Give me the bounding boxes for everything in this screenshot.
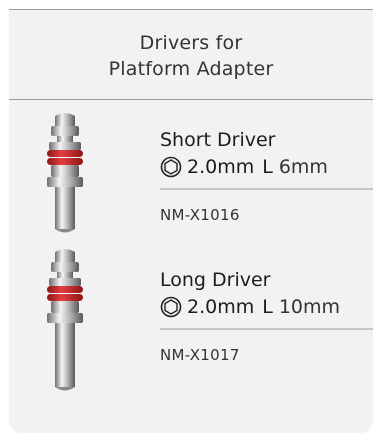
product-size: 2.0mm bbox=[187, 156, 255, 178]
hexagon-socket-icon bbox=[160, 156, 182, 178]
card-header: Drivers for Platform Adapter bbox=[9, 10, 373, 100]
product-length-label: L bbox=[262, 296, 273, 318]
product-length: 10mm bbox=[278, 296, 341, 318]
short-driver-image bbox=[47, 113, 83, 233]
hexagon-socket-icon bbox=[160, 296, 182, 318]
product-info: Short Driver 2.0mm L 6mm NM-X1016 bbox=[160, 128, 373, 224]
product-size: 2.0mm bbox=[187, 296, 255, 318]
product-length-label: L bbox=[262, 156, 273, 178]
product-card: Drivers for Platform Adapter Short Drive… bbox=[9, 9, 373, 433]
product-spec: 2.0mm L 10mm bbox=[160, 292, 370, 322]
product-short-driver[interactable]: Short Driver 2.0mm L 6mm NM-X1016 bbox=[9, 110, 373, 250]
header-title-line2: Platform Adapter bbox=[108, 57, 274, 80]
product-name: Short Driver bbox=[160, 129, 276, 151]
product-long-driver[interactable]: Long Driver 2.0mm L 10mm NM-X1017 bbox=[9, 249, 373, 391]
product-name: Long Driver bbox=[160, 269, 271, 291]
divider bbox=[160, 328, 373, 330]
product-spec: 2.0mm L 6mm bbox=[160, 152, 370, 182]
header-title-line1: Drivers for bbox=[139, 31, 243, 54]
product-code: NM-X1016 bbox=[160, 206, 240, 224]
product-length: 6mm bbox=[278, 156, 328, 178]
product-info: Long Driver 2.0mm L 10mm NM-X1017 bbox=[160, 268, 373, 364]
long-driver-image bbox=[47, 249, 83, 391]
product-code: NM-X1017 bbox=[160, 346, 240, 364]
divider bbox=[160, 188, 373, 190]
